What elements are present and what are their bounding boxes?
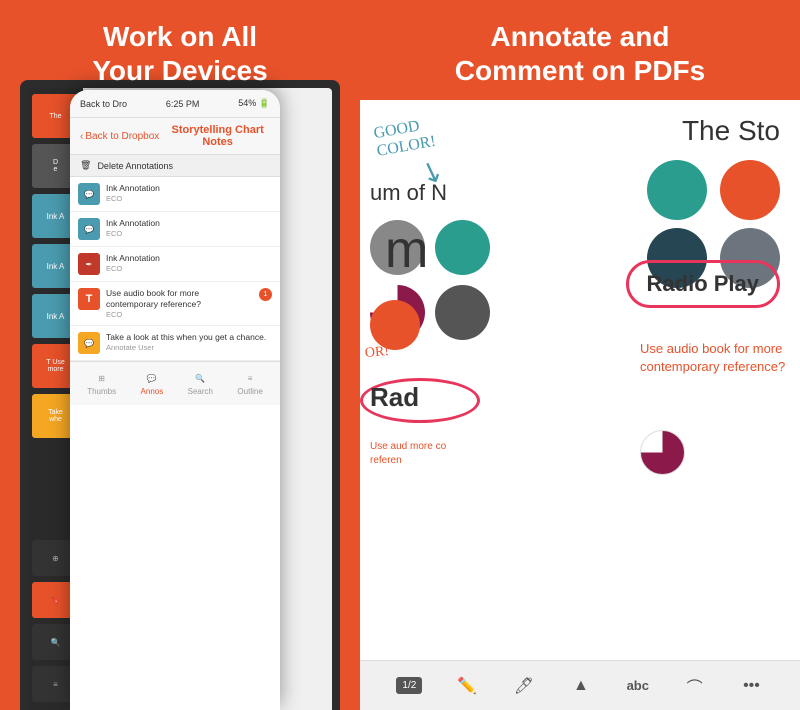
- list-item[interactable]: 💬 Ink Annotation ECO: [70, 212, 280, 247]
- circle-teal-left: [435, 220, 490, 275]
- annos-icon: 💬: [143, 371, 161, 385]
- toolbar-text-btn[interactable]: abc: [626, 674, 650, 698]
- list-item[interactable]: 💬 Take a look at this when you get a cha…: [70, 326, 280, 361]
- circle-orange: [720, 160, 780, 220]
- list-item[interactable]: ✒ Ink Annotation ECO: [70, 247, 280, 282]
- orange-circle-pdf: [370, 300, 420, 350]
- pencil-icon: ✏️: [455, 674, 479, 698]
- list-item[interactable]: T Use audio book for more contemporary r…: [70, 282, 280, 326]
- ink-icon-1: 💬: [78, 183, 100, 205]
- pdf-doc-title: The Sto: [682, 115, 780, 147]
- annotation-sub-2: ECO: [106, 229, 160, 238]
- annotation-badge-4: 1: [259, 288, 272, 301]
- tab-thumbs-label: Thumbs: [87, 387, 116, 396]
- phone-mockup: Back to Dro 6:25 PM 54% 🔋 ‹ Back to Drop…: [70, 90, 280, 710]
- or-handwritten: OR!: [364, 344, 389, 362]
- pdf-toolbar: 1/2 ✏️ 🖊 ▲ abc ⌒ •••: [360, 660, 800, 710]
- annotation-sub-3: ECO: [106, 264, 160, 273]
- ink-icon-2: 💬: [78, 218, 100, 240]
- toolbar-pencil-btn[interactable]: ✏️: [455, 674, 479, 698]
- thumbs-icon: ⊞: [93, 371, 111, 385]
- use-audio-partial: Use aud more co referen: [370, 440, 470, 468]
- delete-bar[interactable]: 🗑 Delete Annotations: [70, 155, 280, 177]
- phone-screen-title: Storytelling Chart Notes: [165, 124, 270, 148]
- right-panel: Annotate and Comment on PDFs GOODCOLOR! …: [360, 0, 800, 710]
- search-icon: 🔍: [191, 371, 209, 385]
- left-panel: Work on All Your Devices The De Ink A In…: [0, 0, 360, 710]
- right-panel-title: Annotate and Comment on PDFs: [435, 0, 725, 87]
- radio-play-box: Radio Play: [626, 260, 780, 308]
- rad-partial-text: Rad: [370, 382, 419, 413]
- comment-bubble: Use audio book for more contemporary ref…: [640, 340, 790, 376]
- annotation-label-4: Use audio book for more contemporary ref…: [106, 288, 253, 310]
- highlight-icon: ▲: [569, 674, 593, 698]
- back-button[interactable]: ‹ Back to Dropbox: [80, 131, 159, 142]
- annotation-list: 💬 Ink Annotation ECO 💬 Ink Annotation EC…: [70, 177, 280, 361]
- text-icon: abc: [626, 674, 650, 698]
- circle-teal: [647, 160, 707, 220]
- large-m-text: m: [385, 220, 428, 280]
- comment-icon-5: 💬: [78, 332, 100, 354]
- phone-tab-bar: ⊞ Thumbs 💬 Annos 🔍 Search ≡ Outline: [70, 361, 280, 405]
- text-icon-4: T: [78, 288, 100, 310]
- toolbar-more-btn[interactable]: •••: [739, 674, 763, 698]
- tab-annos-label: Annos: [141, 387, 164, 396]
- pie-small: [640, 430, 685, 475]
- draw-icon: ⌒: [683, 674, 707, 698]
- circle-dark-gray-left: [435, 285, 490, 340]
- annotation-label-2: Ink Annotation: [106, 218, 160, 229]
- annotation-label-1: Ink Annotation: [106, 183, 160, 194]
- toolbar-page-indicator: 1/2: [396, 677, 422, 694]
- list-item[interactable]: 💬 Ink Annotation ECO: [70, 177, 280, 212]
- tab-search[interactable]: 🔍 Search: [188, 371, 213, 396]
- partial-text-um: um of N: [370, 180, 447, 206]
- annotation-sub-1: ECO: [106, 194, 160, 203]
- page-number: 1/2: [396, 677, 422, 694]
- annotation-label-3: Ink Annotation: [106, 253, 160, 264]
- tab-outline[interactable]: ≡ Outline: [237, 371, 262, 396]
- tab-thumbs[interactable]: ⊞ Thumbs: [87, 371, 116, 396]
- phone-status-bar: Back to Dro 6:25 PM 54% 🔋: [70, 90, 280, 118]
- toolbar-highlight-btn[interactable]: ▲: [569, 674, 593, 698]
- phone-battery: 54% 🔋: [238, 98, 270, 109]
- pdf-preview: GOODCOLOR! ↘ um of N The Sto m: [360, 100, 800, 710]
- delete-label: Delete Annotations: [97, 161, 173, 171]
- back-to-dropbox-small: Back to Dro: [80, 99, 127, 109]
- ink-icon-3: ✒: [78, 253, 100, 275]
- tab-outline-label: Outline: [237, 387, 262, 396]
- tab-annos[interactable]: 💬 Annos: [141, 371, 164, 396]
- outline-icon: ≡: [241, 371, 259, 385]
- toolbar-pen-btn[interactable]: 🖊: [512, 674, 536, 698]
- annotation-label-5: Take a look at this when you get a chanc…: [106, 332, 266, 343]
- tab-search-label: Search: [188, 387, 213, 396]
- annotation-sub-4: ECO: [106, 310, 253, 319]
- more-icon: •••: [739, 674, 763, 698]
- annotation-sub-5: Annotate User: [106, 343, 266, 352]
- phone-header: ‹ Back to Dropbox Storytelling Chart Not…: [70, 118, 280, 155]
- toolbar-draw-btn[interactable]: ⌒: [683, 674, 707, 698]
- left-panel-title: Work on All Your Devices: [72, 0, 287, 87]
- trash-icon: 🗑: [80, 160, 91, 171]
- phone-time: 6:25 PM: [166, 99, 200, 109]
- pen-icon: 🖊: [512, 674, 536, 698]
